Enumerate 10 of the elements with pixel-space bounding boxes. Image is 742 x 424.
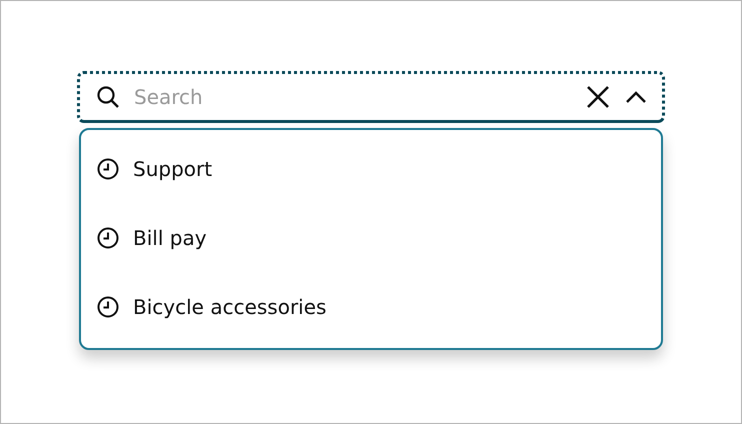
clock-icon [97,226,119,249]
search-icon [96,85,120,109]
suggestion-item[interactable]: Support [81,148,661,189]
suggestion-item[interactable]: Bill pay [81,218,661,258]
search-bar[interactable]: Search [77,71,665,123]
search-input[interactable]: Search [134,85,572,109]
clock-icon [97,158,119,180]
clock-icon [97,296,119,318]
suggestion-item[interactable]: Bicycle accessories [81,287,661,328]
clear-button[interactable] [586,85,610,109]
